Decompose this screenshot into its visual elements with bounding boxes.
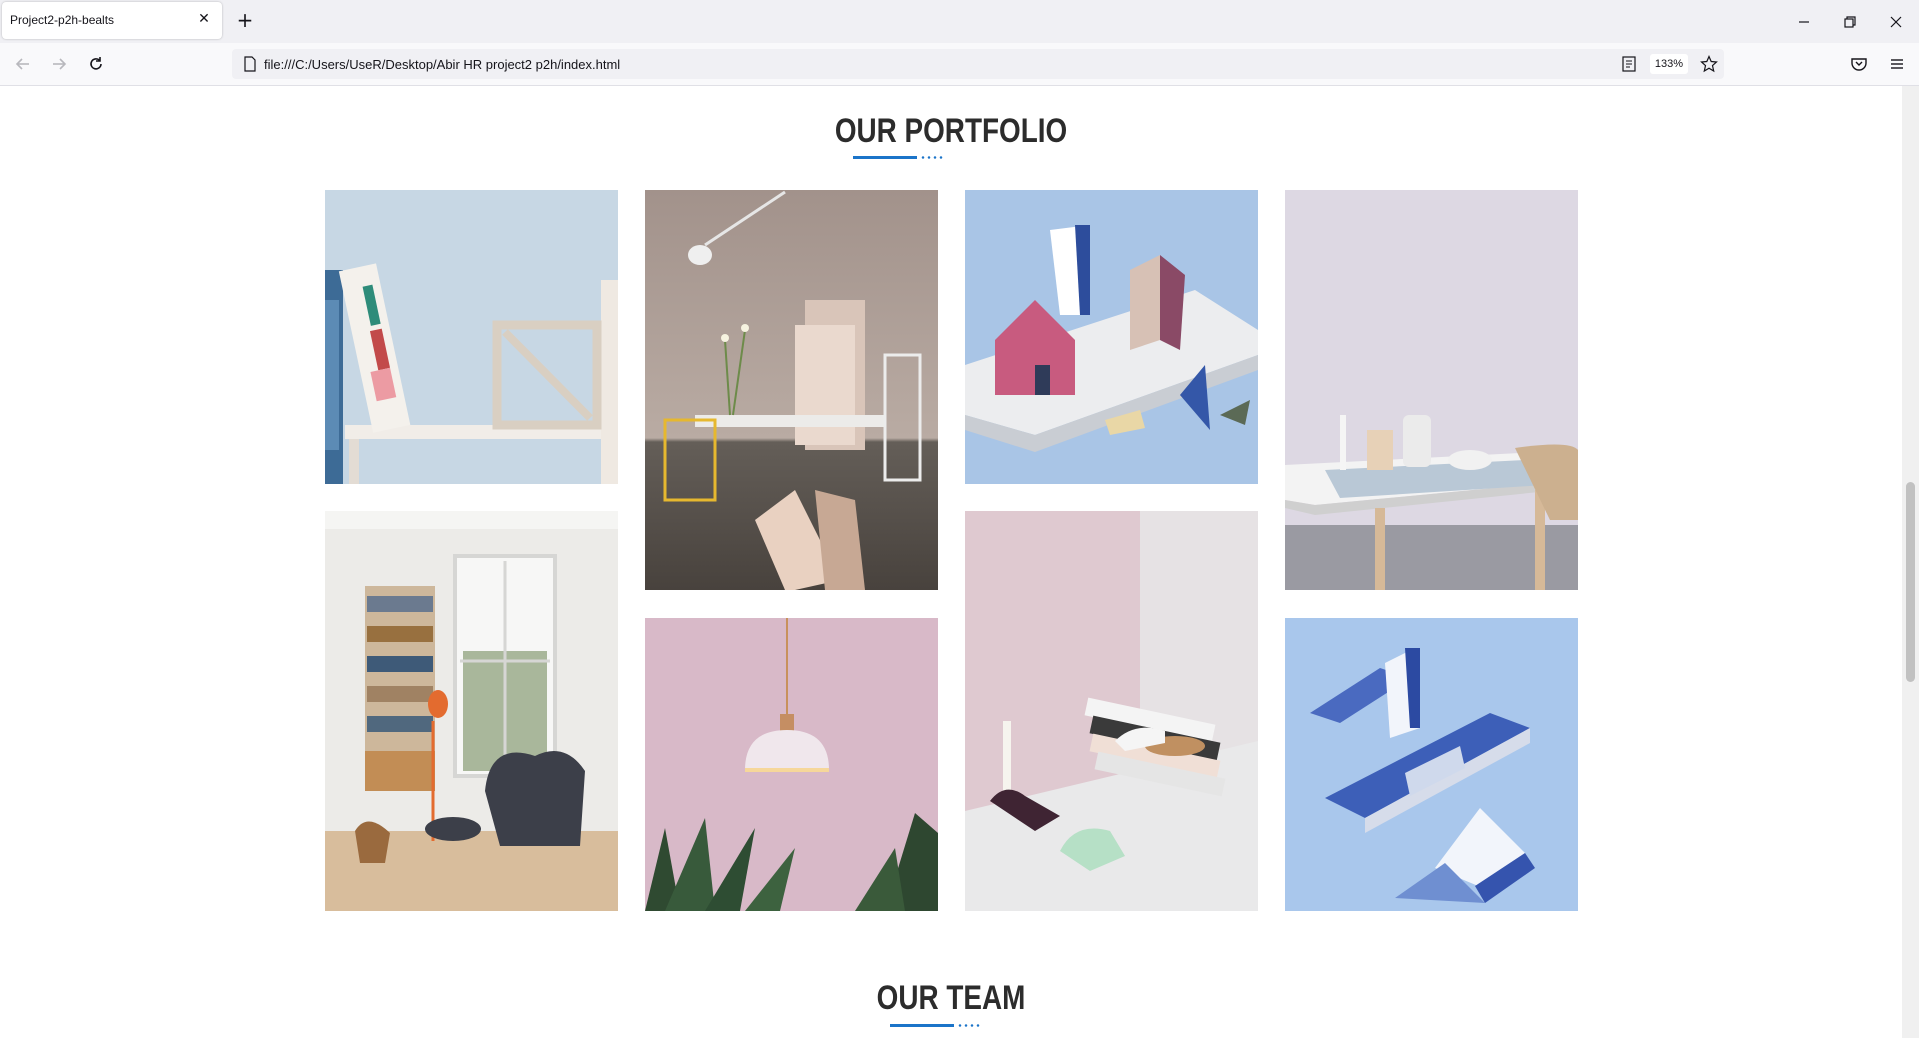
browser-tab[interactable]: Project2-p2h-bealts ✕: [2, 2, 222, 39]
team-heading: OUR TEAM: [876, 979, 1026, 1017]
pocket-icon[interactable]: [1848, 53, 1870, 75]
portfolio-heading-dots: [920, 156, 944, 159]
portfolio-item-table-ceramics[interactable]: [1285, 190, 1578, 590]
portfolio-item-pendant-lamp[interactable]: [645, 618, 938, 911]
page-scrollbar[interactable]: [1902, 86, 1919, 1038]
zoom-level-badge[interactable]: 133%: [1650, 54, 1688, 74]
minimize-icon[interactable]: [1793, 11, 1815, 33]
portfolio-image-paper-stands: [1285, 618, 1578, 911]
close-tab-icon[interactable]: ✕: [195, 10, 213, 28]
team-heading-underline: [890, 1024, 954, 1027]
reload-icon[interactable]: [85, 53, 107, 75]
portfolio-image-pendant-lamp: [645, 618, 938, 911]
portfolio-heading: OUR PORTFOLIO: [834, 112, 1068, 150]
address-bar[interactable]: file:///C:/Users/UseR/Desktop/Abir HR pr…: [232, 49, 1724, 79]
new-tab-icon[interactable]: +: [234, 10, 256, 32]
forward-icon[interactable]: [48, 53, 70, 75]
reader-view-icon[interactable]: [1620, 55, 1638, 73]
portfolio-image-paper-houses: [965, 190, 1258, 484]
portfolio-image-lamp-boards: [645, 190, 938, 590]
portfolio-image-table-ceramics: [1285, 190, 1578, 590]
portfolio-image-shelf: [325, 190, 618, 484]
bookmark-star-icon[interactable]: [1700, 55, 1718, 73]
page-icon: [244, 56, 256, 72]
portfolio-item-candle-magazines[interactable]: [965, 511, 1258, 911]
url-text[interactable]: file:///C:/Users/UseR/Desktop/Abir HR pr…: [264, 57, 620, 72]
team-heading-dots: [957, 1024, 981, 1027]
portfolio-item-shelf[interactable]: [325, 190, 618, 484]
tab-title: Project2-p2h-bealts: [10, 13, 115, 27]
menu-icon[interactable]: [1886, 53, 1908, 75]
portfolio-item-paper-houses[interactable]: [965, 190, 1258, 484]
restore-icon[interactable]: [1839, 11, 1861, 33]
portfolio-heading-underline: [853, 156, 917, 159]
portfolio-image-candle-magazines: [965, 511, 1258, 911]
tab-bar: Project2-p2h-bealts ✕ +: [0, 0, 1919, 43]
portfolio-item-lamp-boards[interactable]: [645, 190, 938, 590]
back-icon[interactable]: [12, 53, 34, 75]
navigation-bar: file:///C:/Users/UseR/Desktop/Abir HR pr…: [0, 43, 1919, 86]
scrollbar-thumb[interactable]: [1906, 482, 1915, 682]
close-window-icon[interactable]: [1885, 11, 1907, 33]
portfolio-item-living-room[interactable]: [325, 511, 618, 911]
portfolio-image-living-room: [325, 511, 618, 911]
portfolio-item-paper-stands[interactable]: [1285, 618, 1578, 911]
page-viewport: OUR PORTFOLIO OUR TEAM: [0, 86, 1902, 1038]
